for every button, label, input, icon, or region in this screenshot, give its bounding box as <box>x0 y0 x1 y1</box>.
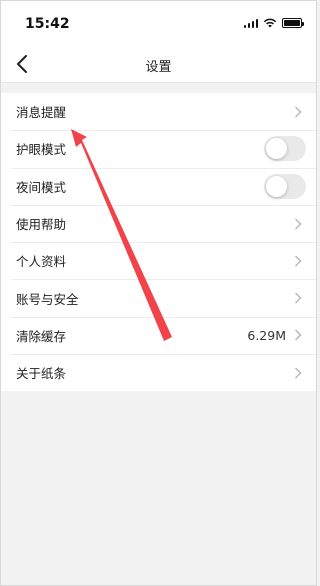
settings-row-about[interactable]: 关于纸条 <box>1 354 316 391</box>
settings-row-account-security[interactable]: 账号与安全 <box>1 279 316 316</box>
settings-row-help[interactable]: 使用帮助 <box>1 204 316 242</box>
settings-row-night-mode: 夜间模式 <box>1 167 316 205</box>
eye-protection-toggle[interactable] <box>264 136 306 162</box>
wifi-icon <box>263 18 277 28</box>
row-label: 清除缓存 <box>16 328 67 344</box>
row-label: 关于纸条 <box>16 366 67 382</box>
page-title: 设置 <box>145 60 172 75</box>
signal-icon <box>243 18 258 28</box>
night-mode-toggle[interactable] <box>264 173 306 199</box>
nav-bar: 设置 <box>1 45 316 83</box>
phone-screen: 15:42 设置 消息提醒 护眼模式 夜间模式 使用帮助 个人资料 账号与安全 … <box>0 0 317 586</box>
chevron-right-icon <box>294 367 302 379</box>
settings-row-message-reminder[interactable]: 消息提醒 <box>1 93 316 130</box>
status-bar: 15:42 <box>1 1 316 45</box>
row-label: 个人资料 <box>16 254 67 270</box>
row-label: 账号与安全 <box>16 291 79 307</box>
chevron-right-icon <box>294 106 302 118</box>
row-label: 消息提醒 <box>16 105 67 121</box>
chevron-right-icon <box>294 292 302 304</box>
row-label: 护眼模式 <box>16 142 67 158</box>
status-icons <box>243 18 304 28</box>
chevron-right-icon <box>294 218 302 230</box>
toggle-knob <box>266 138 287 160</box>
row-label: 使用帮助 <box>16 217 67 233</box>
battery-icon <box>282 18 304 28</box>
settings-row-clear-cache[interactable]: 清除缓存 6.29M <box>1 316 316 354</box>
chevron-right-icon <box>294 255 302 267</box>
chevron-right-icon <box>294 329 302 341</box>
settings-row-eye-protection: 护眼模式 <box>1 130 316 167</box>
settings-row-profile[interactable]: 个人资料 <box>1 242 316 279</box>
cache-size-value: 6.29M <box>247 327 286 343</box>
status-time: 15:42 <box>25 16 70 32</box>
settings-list: 消息提醒 护眼模式 夜间模式 使用帮助 个人资料 账号与安全 清除缓存 6.29… <box>1 93 316 392</box>
row-label: 夜间模式 <box>16 179 67 195</box>
toggle-knob <box>266 175 287 197</box>
